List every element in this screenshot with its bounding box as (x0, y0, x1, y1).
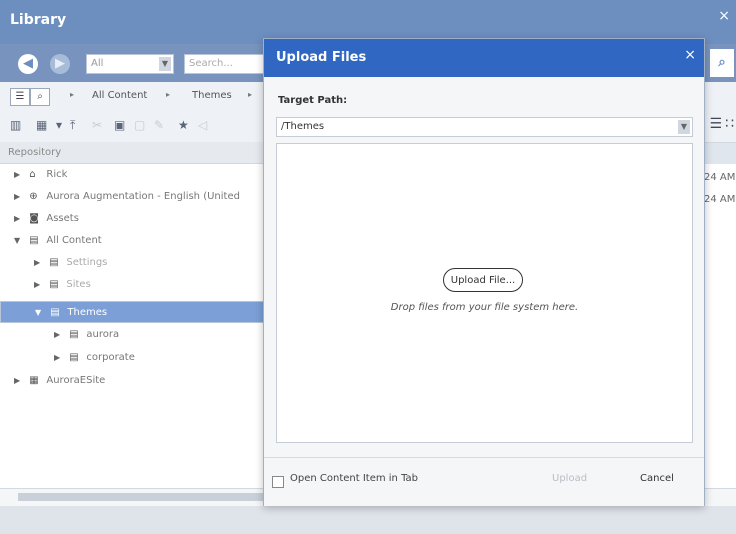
tree-node-rick[interactable]: ▶ ⌂ Rick (0, 164, 67, 186)
expand-arrow-icon[interactable]: ▶ (34, 252, 46, 274)
tree-node-themes[interactable]: ▼ ▤ Themes (0, 301, 290, 323)
tree-node-label: Sites (66, 279, 91, 290)
filter-select-value: All (91, 58, 104, 69)
search-icon[interactable]: ⌕ (710, 49, 734, 77)
list-view-icon[interactable]: ☰ (709, 116, 722, 132)
chevron-down-icon: ▼ (159, 57, 171, 71)
folder-icon: ▤ (29, 235, 39, 246)
assets-icon: ◙ (29, 213, 39, 224)
tree-node-auroraesite[interactable]: ▶ ▦ AuroraESite (0, 370, 105, 392)
tree-node-label: Aurora Augmentation - English (United (46, 191, 240, 202)
open-in-tab-checkbox[interactable] (272, 476, 284, 488)
target-path-value: /Themes (281, 121, 325, 132)
breadcrumb-separator-icon: ▸ (248, 90, 253, 99)
close-icon[interactable]: × (684, 47, 696, 63)
forward-arrow-icon[interactable]: ▶ (50, 54, 70, 74)
folder-icon: ▤ (49, 257, 59, 268)
tree-node-settings[interactable]: ▶ ▤ Settings (0, 252, 107, 274)
expand-arrow-icon[interactable]: ▶ (14, 370, 26, 392)
site-icon: ▦ (29, 375, 39, 386)
tree-node-label: Themes (67, 307, 108, 318)
expand-arrow-icon[interactable]: ▶ (54, 324, 66, 346)
back-arrow-icon[interactable]: ◀ (18, 54, 38, 74)
dialog-footer: Open Content Item in Tab Upload Cancel (264, 457, 704, 506)
home-icon: ⌂ (29, 169, 36, 180)
scrollbar-thumb[interactable] (18, 493, 280, 501)
tree-node-label: Rick (46, 169, 68, 180)
file-drop-zone[interactable]: Upload File... Drop files from your file… (276, 143, 693, 443)
folder-icon: ▤ (69, 329, 79, 340)
open-in-tab-label[interactable]: Open Content Item in Tab (290, 473, 418, 484)
breadcrumb-item[interactable]: Themes (192, 90, 232, 101)
filter-select[interactable]: All ▼ (86, 54, 174, 74)
folder-icon: ▤ (69, 352, 79, 363)
tree-node-label: Settings (66, 257, 108, 268)
target-path-select[interactable]: /Themes ▼ (276, 117, 693, 137)
edit-icon: ✎ (154, 118, 165, 132)
upload-files-dialog: Upload Files × Target Path: /Themes ▼ Up… (263, 38, 705, 506)
tree-node-corporate[interactable]: ▶ ▤ corporate (0, 347, 135, 369)
window-title: Library (10, 12, 67, 28)
expand-arrow-icon[interactable]: ▶ (14, 208, 26, 230)
repository-header: Repository (0, 142, 290, 164)
status-bar (0, 506, 736, 534)
dialog-header: Upload Files × (264, 39, 704, 77)
breadcrumb-separator-icon: ▸ (166, 90, 171, 99)
modified-time: 24 AM (704, 194, 736, 205)
new-item-icon[interactable]: ▦ (36, 118, 47, 132)
breadcrumb-item[interactable]: All Content (92, 90, 147, 101)
tree-node-label: Assets (46, 213, 79, 224)
content-list-partial: 24 AM 24 AM (704, 164, 736, 488)
breadcrumb-separator-icon: ▸ (70, 90, 75, 99)
tree-node-label: aurora (86, 329, 120, 340)
grid-view-icon[interactable]: ∷ (725, 116, 734, 132)
upload-icon[interactable]: ⤒ (70, 118, 75, 133)
collapse-arrow-icon[interactable]: ▼ (14, 230, 26, 252)
paste-icon: ▢ (134, 118, 146, 132)
tree-view-icon[interactable]: ☰ (10, 88, 30, 106)
upload-button: Upload (552, 473, 588, 484)
tree-node-assets[interactable]: ▶ ◙ Assets (0, 208, 79, 230)
expand-arrow-icon[interactable]: ▶ (34, 274, 46, 296)
tree-node-aurora[interactable]: ▶ ▤ aurora (0, 324, 119, 346)
drop-hint-text: Drop files from your file system here. (390, 302, 579, 313)
cut-icon: ✂ (92, 118, 103, 132)
expand-arrow-icon[interactable]: ▶ (14, 186, 26, 208)
tree-node-all-content[interactable]: ▼ ▤ All Content (0, 230, 102, 252)
collapse-arrow-icon[interactable]: ▼ (35, 302, 47, 324)
star-icon[interactable]: ★ (178, 118, 189, 132)
upload-file-button[interactable]: Upload File... (443, 268, 523, 292)
expand-arrow-icon[interactable]: ▶ (14, 164, 26, 186)
dropdown-arrow-icon[interactable]: ▾ (56, 118, 62, 132)
tree-node-label: corporate (86, 352, 135, 363)
copy-icon[interactable]: ▣ (114, 118, 125, 132)
modified-time: 24 AM (704, 172, 736, 183)
tree-node-sites[interactable]: ▶ ▤ Sites (0, 274, 91, 296)
cancel-button[interactable]: Cancel (640, 473, 674, 484)
expand-arrow-icon[interactable]: ▶ (54, 347, 66, 369)
window-close-icon[interactable]: × (718, 8, 730, 24)
tree-node-label: All Content (46, 235, 102, 246)
chevron-down-icon[interactable]: ▼ (678, 120, 690, 134)
search-icon[interactable]: ⌕ (30, 88, 50, 106)
repository-tree: ▶ ⌂ Rick ▶ ⊕ Aurora Augmentation - Engli… (0, 164, 290, 488)
folder-icon: ▤ (49, 279, 59, 290)
globe-icon: ⊕ (29, 191, 38, 202)
new-folder-icon[interactable]: ▥ (10, 118, 21, 132)
tree-node-aurora-augmentation[interactable]: ▶ ⊕ Aurora Augmentation - English (Unite… (0, 186, 240, 208)
tree-node-label: AuroraESite (46, 375, 106, 386)
folder-icon: ▤ (50, 307, 60, 318)
dialog-title: Upload Files (276, 50, 367, 65)
target-path-label: Target Path: (278, 95, 348, 106)
more-icon: ◁ (198, 118, 208, 132)
